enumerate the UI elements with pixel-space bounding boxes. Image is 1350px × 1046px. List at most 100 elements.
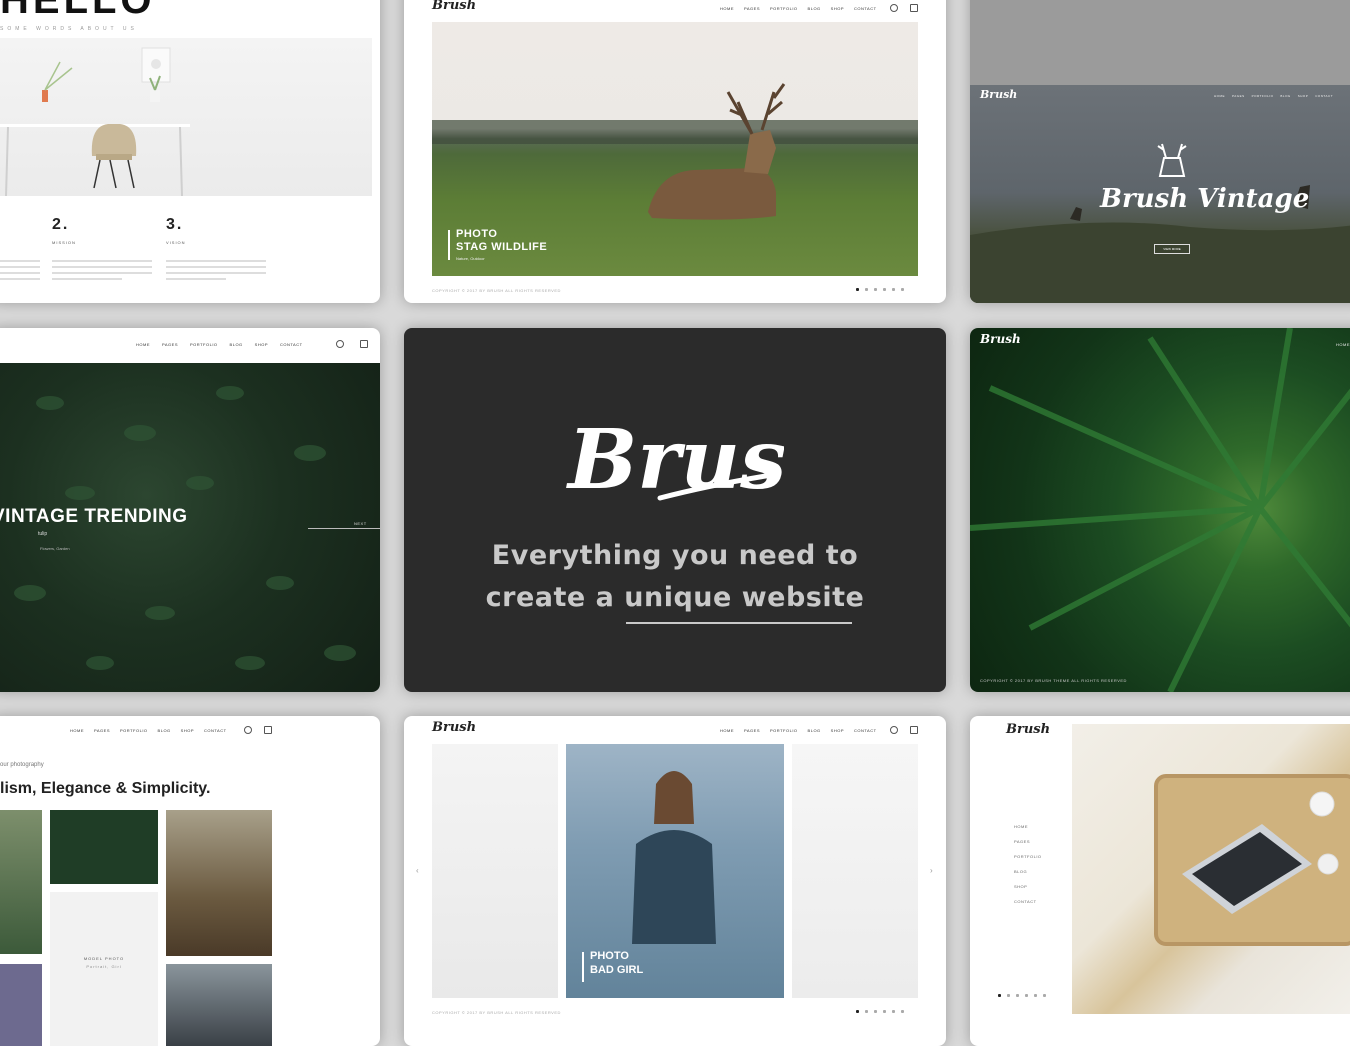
side-menu-contact[interactable]: CONTACT [1014, 899, 1042, 904]
gallery-tile-person[interactable] [166, 964, 272, 1046]
gallery-tile-leaves[interactable] [50, 810, 158, 884]
brush-logo-small[interactable]: Brush [432, 0, 476, 13]
cart-icon[interactable] [264, 726, 272, 734]
copyright-text: COPYRIGHT © 2017 BY BRUSH THEME ALL RIGH… [980, 678, 1127, 683]
gallery-tile-forest[interactable] [0, 810, 42, 954]
nav-blog[interactable]: BLOG [808, 6, 821, 11]
nav-shop[interactable]: SHOP [1298, 94, 1309, 98]
side-menu-blog[interactable]: BLOG [1014, 869, 1042, 874]
column2-text [52, 260, 152, 284]
top-nav: HOME PAGES PORTFOLIO BLOG SHOP CONTACT [1214, 94, 1333, 98]
nav-home[interactable]: HOME [136, 342, 150, 347]
copyright-text: COPYRIGHT © 2017 BY BRUSH ALL RIGHTS RES… [432, 1010, 561, 1015]
photo-title-bar [448, 230, 450, 260]
nav-contact[interactable]: CONTACT [854, 6, 877, 11]
gallery-tile-flowers[interactable] [0, 964, 42, 1046]
photo-title-line2: STAG WILDLIFE [456, 241, 548, 253]
desk-chair-illustration [0, 47, 190, 197]
brush-logo-small[interactable]: Brush [980, 88, 1017, 101]
nav-home[interactable]: HOME [1336, 342, 1350, 347]
section-pretitle: our photography [0, 762, 44, 768]
preview-card-hello[interactable]: HELLO SOME WORDS ABOUT US 2. MISSION 3. … [0, 0, 380, 303]
desk-hero-photo[interactable] [1072, 724, 1350, 1014]
gallery-tile-deer[interactable] [166, 810, 272, 956]
laptop-tray-illustration [1154, 774, 1350, 946]
nav-blog[interactable]: BLOG [1280, 94, 1290, 98]
nav-home[interactable]: HOME [720, 728, 734, 733]
nav-pages[interactable]: PAGES [744, 728, 760, 733]
preview-card-sidebar-layout[interactable]: Brush HOME PAGES PORTFOLIO BLOG SHOP CON… [970, 716, 1350, 1046]
section-headline: lism, Elegance & Simplicity. [0, 780, 211, 797]
nav-shop[interactable]: SHOP [831, 6, 844, 11]
nav-pages[interactable]: PAGES [1232, 94, 1245, 98]
photo-title-bar [582, 952, 584, 982]
nav-contact[interactable]: CONTACT [1315, 94, 1333, 98]
prev-arrow-icon[interactable]: ‹ [416, 866, 419, 875]
nav-pages[interactable]: PAGES [162, 342, 178, 347]
nav-home[interactable]: HOME [720, 6, 734, 11]
social-icons[interactable] [856, 1010, 904, 1013]
nav-portfolio[interactable]: PORTFOLIO [770, 6, 798, 11]
social-icons[interactable] [998, 994, 1046, 997]
nav-home[interactable]: HOME [70, 728, 84, 733]
palm-hero-photo[interactable] [970, 328, 1350, 692]
stag-emblem-icon [1157, 143, 1187, 177]
nav-contact[interactable]: CONTACT [204, 728, 227, 733]
nav-portfolio[interactable]: PORTFOLIO [1252, 94, 1274, 98]
preview-card-minimalism[interactable]: HOME PAGES PORTFOLIO BLOG SHOP CONTACT o… [0, 716, 380, 1046]
top-nav: HOME PAGES PORTFOLIO BLOG SHOP CONTACT [720, 6, 877, 11]
stag-photo[interactable] [432, 22, 918, 276]
next-line [308, 528, 380, 529]
hello-headline: HELLO [0, 0, 156, 22]
nav-blog[interactable]: BLOG [230, 342, 243, 347]
search-icon[interactable] [890, 4, 898, 12]
nav-blog[interactable]: BLOG [158, 728, 171, 733]
cart-icon[interactable] [910, 4, 918, 12]
nav-portfolio[interactable]: PORTFOLIO [770, 728, 798, 733]
cart-icon[interactable] [360, 340, 368, 348]
slide-left[interactable] [432, 744, 558, 998]
cart-icon[interactable] [910, 726, 918, 734]
nav-pages[interactable]: PAGES [94, 728, 110, 733]
social-icons[interactable] [856, 288, 904, 291]
room-photo [0, 38, 372, 197]
side-menu: HOME PAGES PORTFOLIO BLOG SHOP CONTACT [1014, 824, 1042, 904]
nav-shop[interactable]: SHOP [181, 728, 194, 733]
preview-card-trending[interactable]: HOME PAGES PORTFOLIO BLOG SHOP CONTACT V… [0, 328, 380, 692]
view-more-button[interactable]: VIEW MORE [1154, 244, 1190, 254]
search-icon[interactable] [890, 726, 898, 734]
vision-label: VISION [166, 240, 186, 245]
side-menu-home[interactable]: HOME [1014, 824, 1042, 829]
nav-contact[interactable]: CONTACT [280, 342, 303, 347]
brush-logo-small[interactable]: Brush [1006, 722, 1050, 737]
brush-logo-small[interactable]: Brush [432, 720, 476, 735]
nav-shop[interactable]: SHOP [831, 728, 844, 733]
search-icon[interactable] [244, 726, 252, 734]
search-icon[interactable] [336, 340, 344, 348]
preview-card-bad-girl[interactable]: Brush HOME PAGES PORTFOLIO BLOG SHOP CON… [404, 716, 946, 1046]
brush-logo-small[interactable]: Brush [980, 332, 1021, 346]
nav-blog[interactable]: BLOG [808, 728, 821, 733]
preview-card-stag[interactable]: Brush HOME PAGES PORTFOLIO BLOG SHOP CON… [404, 0, 946, 303]
column3-text [166, 260, 266, 284]
side-menu-shop[interactable]: SHOP [1014, 884, 1042, 889]
side-menu-portfolio[interactable]: PORTFOLIO [1014, 854, 1042, 859]
next-link[interactable]: NEXT [354, 521, 367, 526]
preview-card-vintage[interactable]: Brush HOME PAGES PORTFOLIO BLOG SHOP CON… [970, 0, 1350, 303]
brand-card: Brush Everything you need to create a un… [404, 328, 946, 692]
gallery-tile-model[interactable] [50, 892, 158, 1046]
side-menu-pages[interactable]: PAGES [1014, 839, 1042, 844]
nav-contact[interactable]: CONTACT [854, 728, 877, 733]
nav-portfolio[interactable]: PORTFOLIO [190, 342, 218, 347]
top-nav: HOME PAGES PORTFOLIO BLOG SHOP CONTACT [70, 728, 227, 733]
slide-right[interactable] [792, 744, 918, 998]
nav-portfolio[interactable]: PORTFOLIO [120, 728, 148, 733]
preview-card-palm[interactable]: Brush HOME COPYRIGHT © 2017 BY BRUSH THE… [970, 328, 1350, 692]
tagline-line2: create a unique website [485, 582, 865, 613]
tagline-underline [626, 622, 852, 624]
next-arrow-icon[interactable]: › [930, 866, 933, 875]
nav-home[interactable]: HOME [1214, 94, 1225, 98]
nav-shop[interactable]: SHOP [255, 342, 268, 347]
top-nav: HOME PAGES PORTFOLIO BLOG SHOP CONTACT [136, 342, 303, 347]
nav-pages[interactable]: PAGES [744, 6, 760, 11]
